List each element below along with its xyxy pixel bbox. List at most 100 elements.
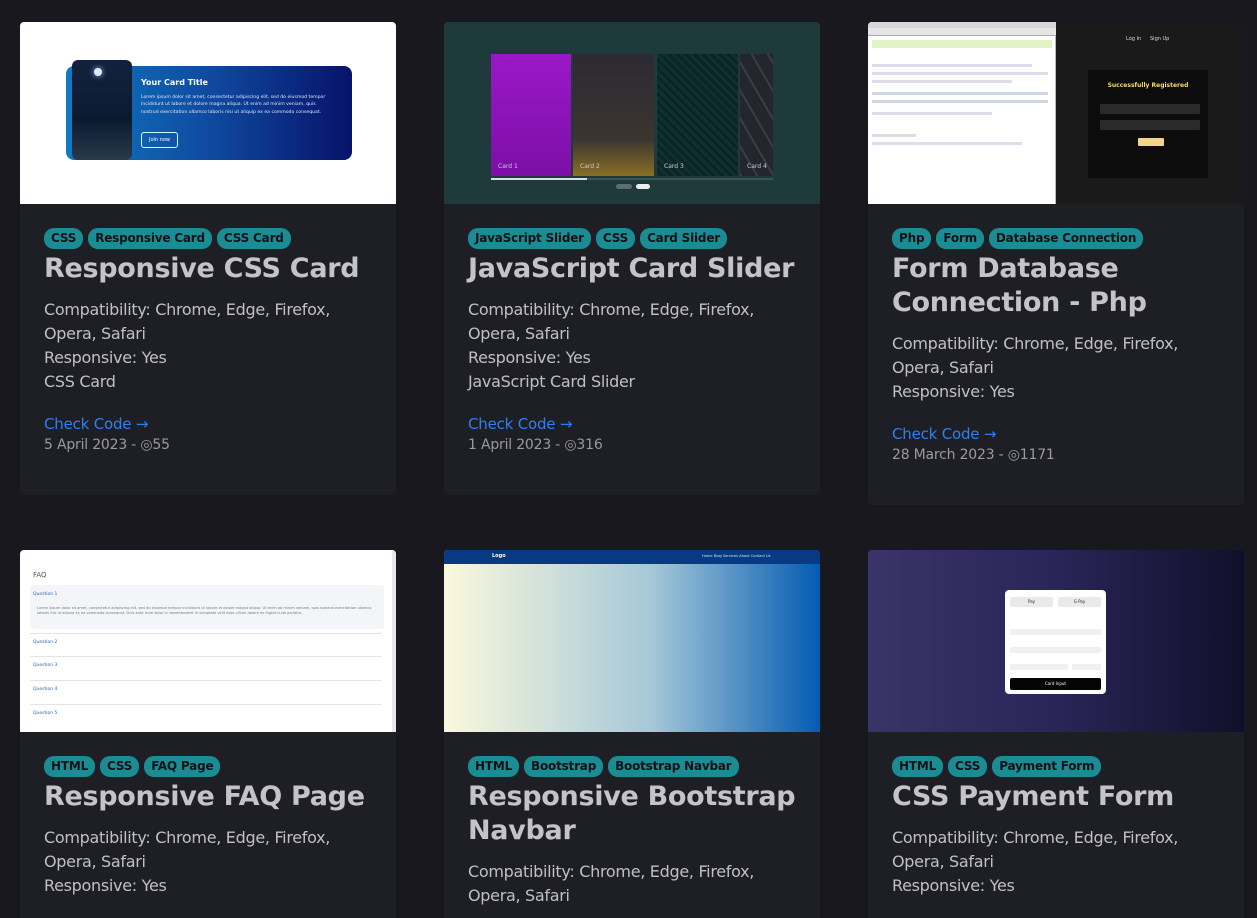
card-title[interactable]: Responsive FAQ Page <box>44 780 372 814</box>
thumb-card-text: Lorem ipsum dolor sit amet, consectetur … <box>141 95 326 115</box>
card-thumbnail[interactable]: Log In Sign Up Successfully Registered <box>868 22 1244 204</box>
thumb-card-title: Your Card Title <box>141 78 208 87</box>
card-javascript-card-slider[interactable]: Card 1 Card 2 Card 3 Card 4 JavaScript S… <box>444 22 820 495</box>
thumb-success-row <box>872 40 1052 48</box>
divider <box>30 633 382 634</box>
tag[interactable]: HTML <box>892 756 944 777</box>
thumb-tabs <box>868 28 1056 36</box>
card-css-payment-form[interactable]: Pay G Pay Card Input HTML CSS Payment Fo… <box>868 550 1244 918</box>
thumb-scrollbar <box>392 550 396 732</box>
thumb-table-row <box>872 80 1012 83</box>
card-thumbnail[interactable]: FAQ Question 1 Lorem ipsum dolor sit ame… <box>20 550 396 732</box>
date-views: 1 April 2023 - ◎316 <box>468 437 603 453</box>
check-code-link[interactable]: Check Code → <box>44 414 372 434</box>
card-title[interactable]: JavaScript Card Slider <box>468 252 796 286</box>
thumb-table-row <box>872 92 1048 95</box>
thumb-google-pay-button: G Pay <box>1058 597 1101 607</box>
card-thumbnail[interactable]: Pay G Pay Card Input <box>868 550 1244 732</box>
compatibility-text: Compatibility: Chrome, Edge, Firefox, Op… <box>44 828 331 871</box>
thumb-table-row <box>872 64 1032 67</box>
tag-list: Php Form Database Connection <box>892 228 1220 249</box>
divider <box>30 656 382 657</box>
thumb-name-field <box>1010 629 1101 635</box>
date-views: 28 March 2023 - ◎1171 <box>892 447 1055 463</box>
thumb-login-button <box>1138 138 1164 146</box>
compatibility-text: Compatibility: Chrome, Edge, Firefox, Op… <box>44 300 331 343</box>
tag-list: CSS Responsive Card CSS Card <box>44 228 372 249</box>
card-form-database-connection[interactable]: Log In Sign Up Successfully Registered P… <box>868 22 1244 505</box>
tag[interactable]: Payment Form <box>992 756 1102 777</box>
card-responsive-css-card[interactable]: Your Card Title Lorem ipsum dolor sit am… <box>20 22 396 495</box>
thumb-night-photo <box>72 60 132 160</box>
thumb-question: Question 4 <box>33 687 58 692</box>
thumb-table-row <box>872 134 916 137</box>
thumb-table-row <box>872 112 992 115</box>
thumb-answer: Lorem ipsum dolor sit amet, consectetur … <box>37 606 372 615</box>
card-thumbnail[interactable]: Card 1 Card 2 Card 3 Card 4 <box>444 22 820 204</box>
thumb-email-field <box>1100 104 1200 114</box>
thumb-pay-button: Card Input <box>1010 678 1101 690</box>
slide-label: Card 1 <box>498 163 518 170</box>
thumb-question: Question 5 <box>33 711 58 716</box>
tag[interactable]: FAQ Page <box>144 756 221 777</box>
responsive-text: Responsive: Yes <box>44 876 167 895</box>
tag[interactable]: CSS <box>595 228 636 249</box>
card-title[interactable]: CSS Payment Form <box>892 780 1220 814</box>
thumb-question: Question 2 <box>33 640 58 645</box>
thumb-login-link: Log In <box>1126 36 1142 42</box>
tag-list: HTML Bootstrap Bootstrap Navbar <box>468 756 796 777</box>
responsive-text: Responsive: Yes <box>44 348 167 367</box>
tag[interactable]: CSS <box>44 228 84 249</box>
tag[interactable]: CSS <box>948 756 988 777</box>
tag[interactable]: Form <box>936 228 984 249</box>
card-thumbnail[interactable]: Your Card Title Lorem ipsum dolor sit am… <box>20 22 396 204</box>
thumb-card-field <box>1010 647 1101 653</box>
compatibility-text: Compatibility: Chrome, Edge, Firefox, Op… <box>468 300 755 343</box>
thumb-table-row <box>872 100 1048 103</box>
card-responsive-faq-page[interactable]: FAQ Question 1 Lorem ipsum dolor sit ame… <box>20 550 396 918</box>
thumb-progress-fill <box>491 178 587 180</box>
category-text: JavaScript Card Slider <box>468 372 635 391</box>
tag-list: JavaScript Slider CSS Card Slider <box>468 228 796 249</box>
thumb-cvv-field <box>1072 664 1101 670</box>
tag[interactable]: CSS <box>100 756 140 777</box>
tag[interactable]: Bootstrap Navbar <box>608 756 739 777</box>
thumb-table-row <box>872 142 1022 145</box>
tag[interactable]: Responsive Card <box>88 228 212 249</box>
tag[interactable]: HTML <box>468 756 520 777</box>
tag[interactable]: CSS Card <box>216 228 291 249</box>
thumb-question: Question 1 <box>33 592 58 597</box>
card-title[interactable]: Form Database Connection - Php <box>892 252 1220 320</box>
tag[interactable]: HTML <box>44 756 96 777</box>
compatibility-text: Compatibility: Chrome, Edge, Firefox, Op… <box>892 828 1179 871</box>
compatibility-text: Compatibility: Chrome, Edge, Firefox, Op… <box>892 334 1179 377</box>
check-code-link[interactable]: Check Code → <box>468 414 796 434</box>
tag[interactable]: Database Connection <box>988 228 1144 249</box>
card-title[interactable]: Responsive Bootstrap Navbar <box>468 780 796 848</box>
tag-list: HTML CSS Payment Form <box>892 756 1220 777</box>
card-responsive-bootstrap-navbar[interactable]: Logo Home Blog Services About Contact Us… <box>444 550 820 918</box>
thumb-join-button: Join now <box>141 132 178 148</box>
category-text: CSS Card <box>44 372 116 391</box>
responsive-text: Responsive: Yes <box>892 876 1015 895</box>
tag[interactable]: Php <box>892 228 932 249</box>
tag[interactable]: Card Slider <box>640 228 727 249</box>
thumb-register-title: Successfully Registered <box>1107 82 1189 89</box>
divider <box>30 704 382 705</box>
card-thumbnail[interactable]: Logo Home Blog Services About Contact Us <box>444 550 820 732</box>
slide-label: Card 3 <box>664 163 684 170</box>
check-code-link[interactable]: Check Code → <box>892 424 1220 444</box>
thumb-payment-form: Pay G Pay Card Input <box>1005 590 1106 694</box>
tag-list: HTML CSS FAQ Page <box>44 756 372 777</box>
date-views: 5 April 2023 - ◎55 <box>44 437 170 453</box>
tag[interactable]: Bootstrap <box>524 756 604 777</box>
card-title[interactable]: Responsive CSS Card <box>44 252 372 286</box>
thumb-apple-pay-button: Pay <box>1010 597 1053 607</box>
thumb-progress-bar <box>491 178 773 180</box>
thumb-password-field <box>1100 120 1200 130</box>
responsive-text: Responsive: Yes <box>468 348 591 367</box>
tag[interactable]: JavaScript Slider <box>468 228 591 249</box>
thumb-nav-links: Home Blog Services About Contact Us <box>702 554 771 558</box>
slide-label: Card 4 <box>747 163 767 170</box>
slide-label: Card 2 <box>580 163 600 170</box>
